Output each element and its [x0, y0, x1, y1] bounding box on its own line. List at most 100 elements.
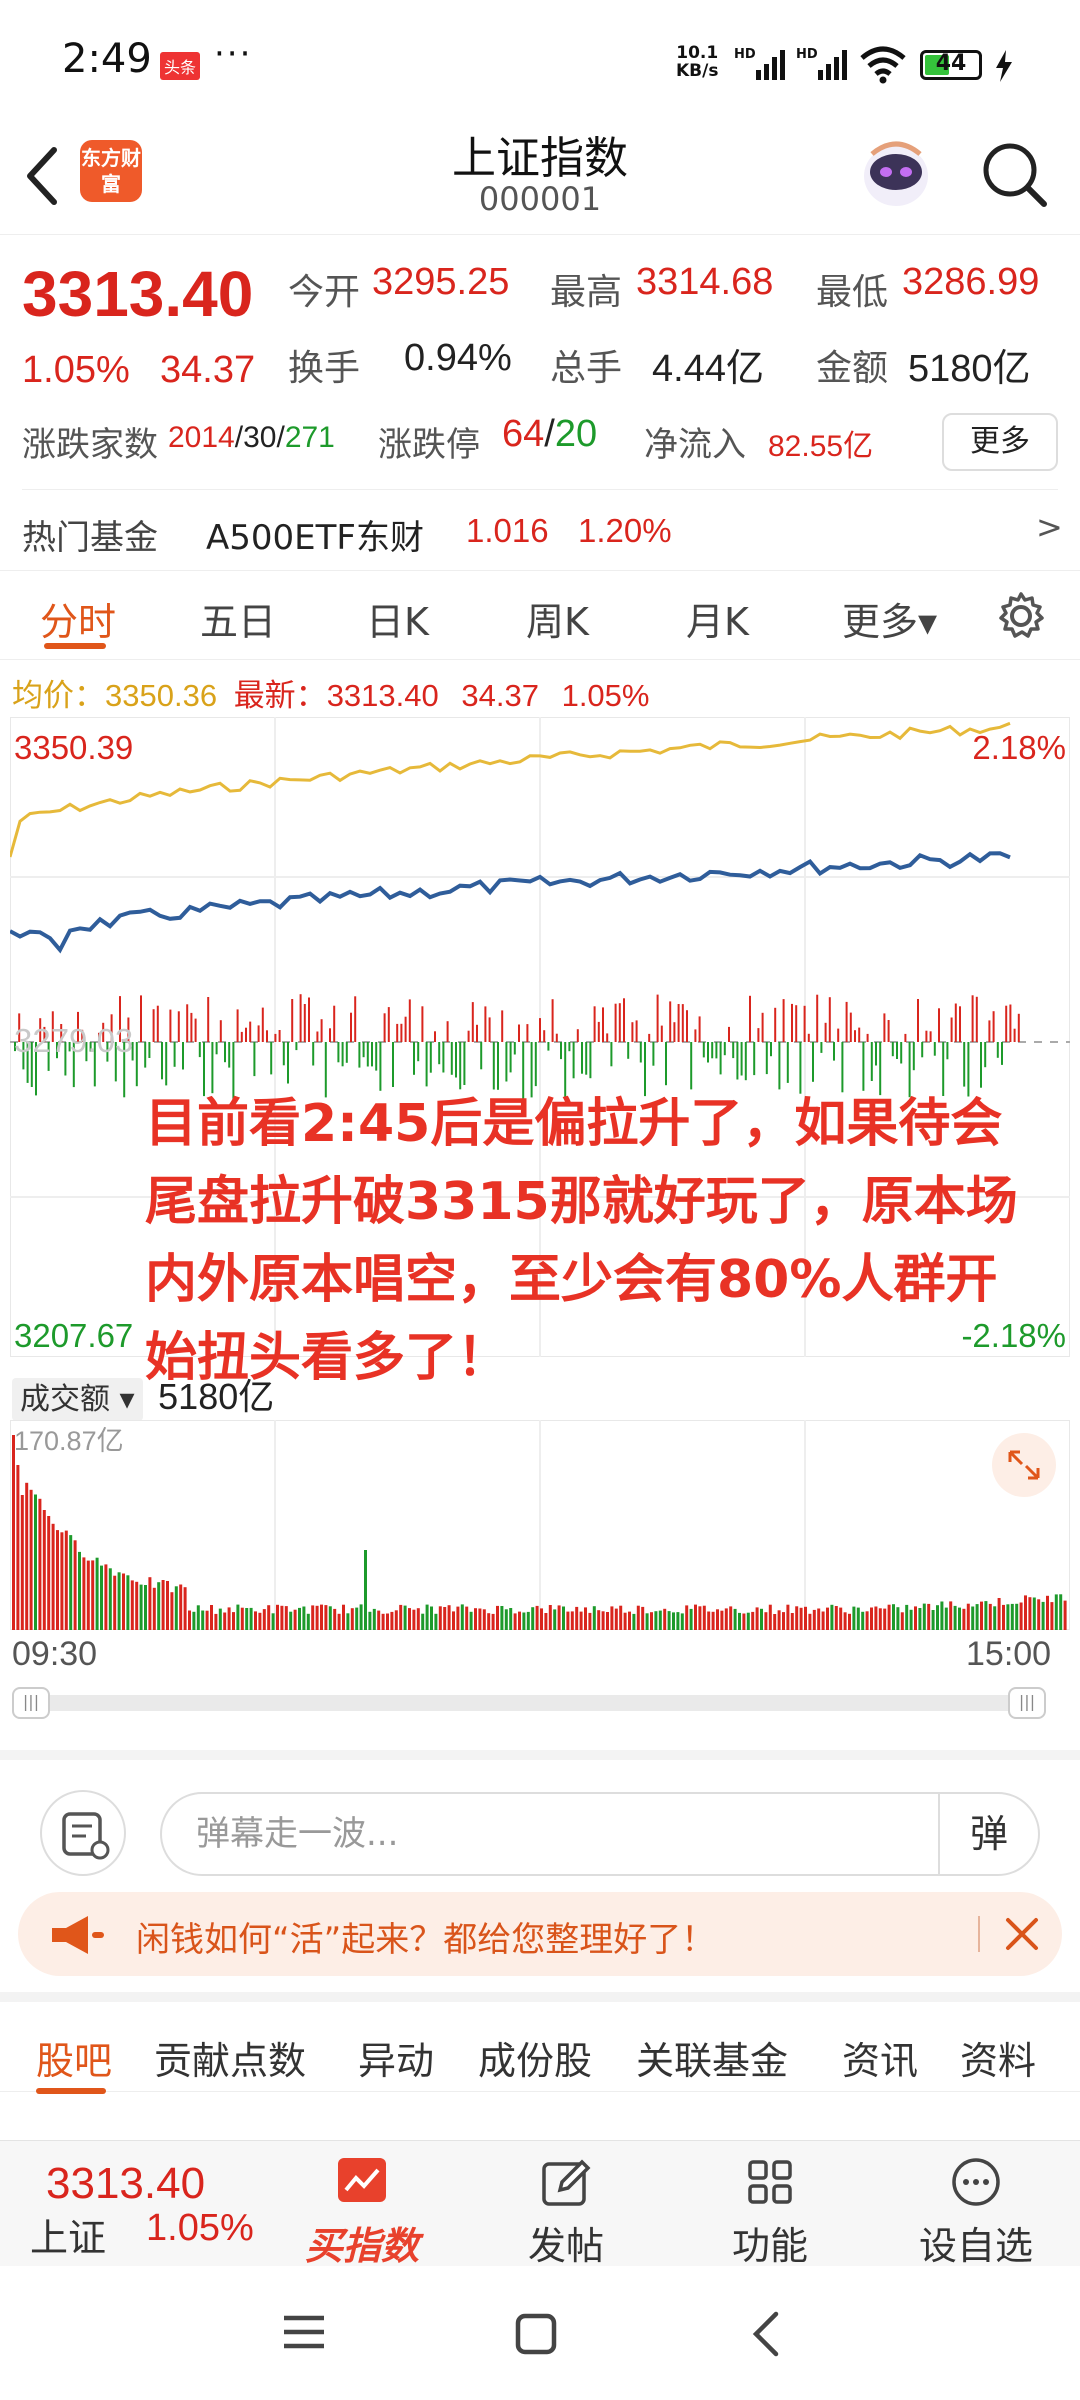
add-watchlist-button[interactable]: 设自选 [896, 2155, 1056, 2270]
volume-header: 成交额 ▾ 5180亿 [12, 1368, 275, 1421]
danmaku-input[interactable]: 弹幕走一波... 弹 [160, 1792, 1040, 1876]
volume-bar [557, 1605, 561, 1630]
volume-bar [966, 1603, 970, 1630]
home-icon[interactable] [514, 2312, 558, 2356]
volume-bar [606, 1612, 609, 1630]
chart-scrollbar[interactable]: ||| ||| [12, 1687, 1046, 1719]
intraday-bar [337, 1042, 340, 1063]
volume-bar [456, 1606, 460, 1630]
intraday-bar [366, 1042, 369, 1067]
tab-more[interactable]: 更多▾ [842, 591, 937, 646]
volume-bar [469, 1611, 473, 1630]
intraday-bar [236, 1009, 239, 1042]
volume-bar [817, 1608, 821, 1630]
buy-index-button[interactable]: 买指数 [282, 2155, 442, 2270]
intraday-bar [753, 1042, 756, 1076]
subtab-underline [36, 2088, 106, 2094]
intraday-bar [249, 1021, 252, 1042]
tab-related-funds[interactable]: 关联基金 [636, 2030, 788, 2085]
tab-monthly-k[interactable]: 月K [686, 591, 749, 646]
tab-weekly-k[interactable]: 周K [526, 591, 589, 646]
intraday-bar [434, 1031, 436, 1042]
volume-bar [738, 1612, 741, 1630]
intraday-bar [215, 1042, 218, 1055]
hot-fund-row[interactable]: 热门基金 A500ETF东财 1.016 1.20% > [0, 490, 1080, 570]
robot-assistant-icon[interactable] [858, 134, 934, 214]
intraday-bar [572, 1042, 575, 1079]
intraday-bar [392, 1042, 394, 1087]
tab-constituents[interactable]: 成份股 [478, 2030, 592, 2085]
close-icon[interactable] [1004, 1916, 1040, 1952]
intraday-bar [740, 1042, 743, 1076]
note-icon[interactable] [40, 1790, 126, 1876]
volume-max-label: 170.87亿 [14, 1426, 124, 1456]
tab-movement[interactable]: 异动 [358, 2030, 434, 2085]
x-start-label: 09:30 [12, 1635, 98, 1673]
open-label: 今开 [288, 272, 361, 313]
danmaku-toggle-button[interactable]: 弹 [938, 1794, 1038, 1874]
intraday-bar [606, 1033, 609, 1042]
volume-bar [1059, 1594, 1063, 1630]
tab-daily-k[interactable]: 日K [366, 591, 429, 646]
intraday-bar [152, 1009, 155, 1042]
volume-bar [271, 1613, 275, 1630]
menu-icon[interactable] [282, 2312, 326, 2352]
tab-five-day[interactable]: 五日 [200, 591, 276, 646]
volume-bar [526, 1611, 530, 1630]
volume-bar [328, 1606, 332, 1630]
volume-bar [918, 1608, 922, 1630]
volume-bar [183, 1587, 187, 1630]
tab-guba[interactable]: 股吧 [36, 2030, 112, 2085]
volume-bar [232, 1612, 235, 1630]
search-icon[interactable] [980, 140, 1050, 210]
scroll-handle-left[interactable]: ||| [12, 1687, 50, 1719]
intraday-bar [589, 1042, 592, 1079]
toolbar-name: 上证 [30, 2216, 107, 2260]
volume-total: 5180亿 [158, 1376, 275, 1417]
intraday-bar [190, 1012, 193, 1042]
volume-bar [311, 1605, 315, 1630]
volume-bar [742, 1613, 746, 1630]
volume-chart: 170.87亿 [10, 1420, 1070, 1630]
post-button[interactable]: 发帖 [486, 2155, 646, 2270]
intraday-bar [950, 1017, 953, 1042]
intraday-bar [765, 1042, 768, 1075]
tab-intraday[interactable]: 分时 [40, 591, 116, 646]
function-button[interactable]: 功能 [690, 2155, 850, 2270]
intraday-bar [929, 1031, 932, 1042]
volume-bar [953, 1605, 957, 1630]
intraday-bar [631, 1022, 634, 1042]
more-button[interactable]: 更多 [942, 413, 1058, 471]
nav-back-icon[interactable] [748, 2310, 782, 2358]
intraday-bar [732, 1042, 735, 1059]
volume-bar [843, 1612, 847, 1630]
volume-bar [645, 1613, 649, 1630]
settings-gear-icon[interactable] [996, 591, 1046, 641]
intraday-bar [576, 1029, 579, 1042]
intraday-bar [959, 1006, 961, 1042]
volume-bar [438, 1606, 442, 1630]
volume-bar [1024, 1595, 1027, 1630]
intraday-bar [198, 1042, 201, 1058]
volume-bar [51, 1523, 55, 1630]
volume-bar [1050, 1602, 1054, 1630]
volume-bar [592, 1606, 596, 1630]
volume-selector[interactable]: 成交额 ▾ [12, 1378, 143, 1421]
intraday-bar [156, 1005, 159, 1042]
volume-bar [403, 1605, 407, 1630]
intraday-bar [135, 1042, 138, 1087]
volume-bar [60, 1532, 64, 1630]
tab-contribution[interactable]: 贡献点数 [154, 2030, 306, 2085]
intraday-bar [387, 1007, 390, 1042]
volume-bar [834, 1606, 838, 1630]
intraday-bar [421, 1006, 424, 1042]
promo-banner[interactable]: 闲钱如何“活”起来？都给您整理好了！ [18, 1892, 1062, 1976]
volume-bar [579, 1611, 583, 1630]
tab-news[interactable]: 资讯 [842, 2030, 918, 2085]
volume-bar [962, 1608, 966, 1630]
intraday-bar [455, 1042, 457, 1078]
intraday-bar [875, 1042, 877, 1066]
inflow-value: 82.55亿 [768, 430, 874, 463]
scroll-handle-right[interactable]: ||| [1008, 1687, 1046, 1719]
tab-profile[interactable]: 资料 [960, 2030, 1036, 2085]
